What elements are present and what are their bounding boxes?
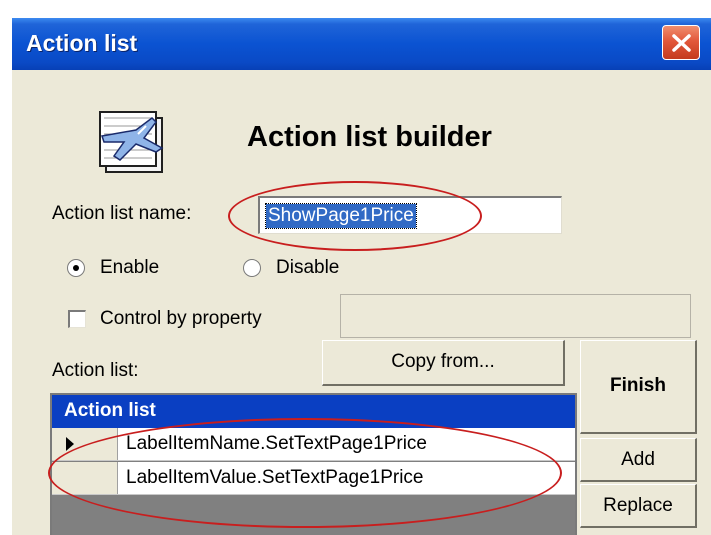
title-bar: Action list xyxy=(12,18,711,70)
control-by-property-label: Control by property xyxy=(100,308,262,329)
action-list-dialog: Action list Action list builder Action l… xyxy=(12,18,711,535)
enable-label: Enable xyxy=(100,257,160,278)
disable-radio[interactable] xyxy=(243,259,261,277)
row-indicator xyxy=(52,428,118,460)
finish-button[interactable]: Finish xyxy=(580,340,697,434)
table-row[interactable]: LabelItemValue.SetTextPage1Price xyxy=(52,462,575,495)
action-list-name-value: ShowPage1Price xyxy=(265,203,417,229)
copy-from-button[interactable]: Copy from... xyxy=(322,340,565,386)
action-list-builder-icon xyxy=(99,111,164,173)
close-icon xyxy=(672,34,691,52)
action-cell: LabelItemName.SetTextPage1Price xyxy=(126,433,427,454)
action-cell: LabelItemValue.SetTextPage1Price xyxy=(126,467,424,488)
window-title: Action list xyxy=(26,30,138,56)
page-heading: Action list builder xyxy=(247,121,492,153)
enable-radio[interactable] xyxy=(67,259,85,277)
action-list-name-label: Action list name: xyxy=(52,203,192,224)
control-by-property-checkbox[interactable] xyxy=(68,310,86,328)
table-row[interactable]: LabelItemName.SetTextPage1Price xyxy=(52,428,575,461)
replace-button[interactable]: Replace xyxy=(580,484,697,528)
grid-header: Action list xyxy=(52,395,575,428)
action-list-grid: Action list LabelItemName.SetTextPage1Pr… xyxy=(50,393,577,535)
disable-label: Disable xyxy=(276,257,340,278)
grid-column-header: Action list xyxy=(64,400,156,421)
close-button[interactable] xyxy=(662,25,700,60)
enable-radio-dot xyxy=(73,265,79,271)
property-field[interactable] xyxy=(340,294,691,338)
current-row-arrow-icon xyxy=(66,437,74,451)
action-list-label: Action list: xyxy=(52,360,139,381)
add-button[interactable]: Add xyxy=(580,438,697,482)
action-list-name-input[interactable]: ShowPage1Price xyxy=(258,196,562,234)
row-indicator xyxy=(52,462,118,494)
